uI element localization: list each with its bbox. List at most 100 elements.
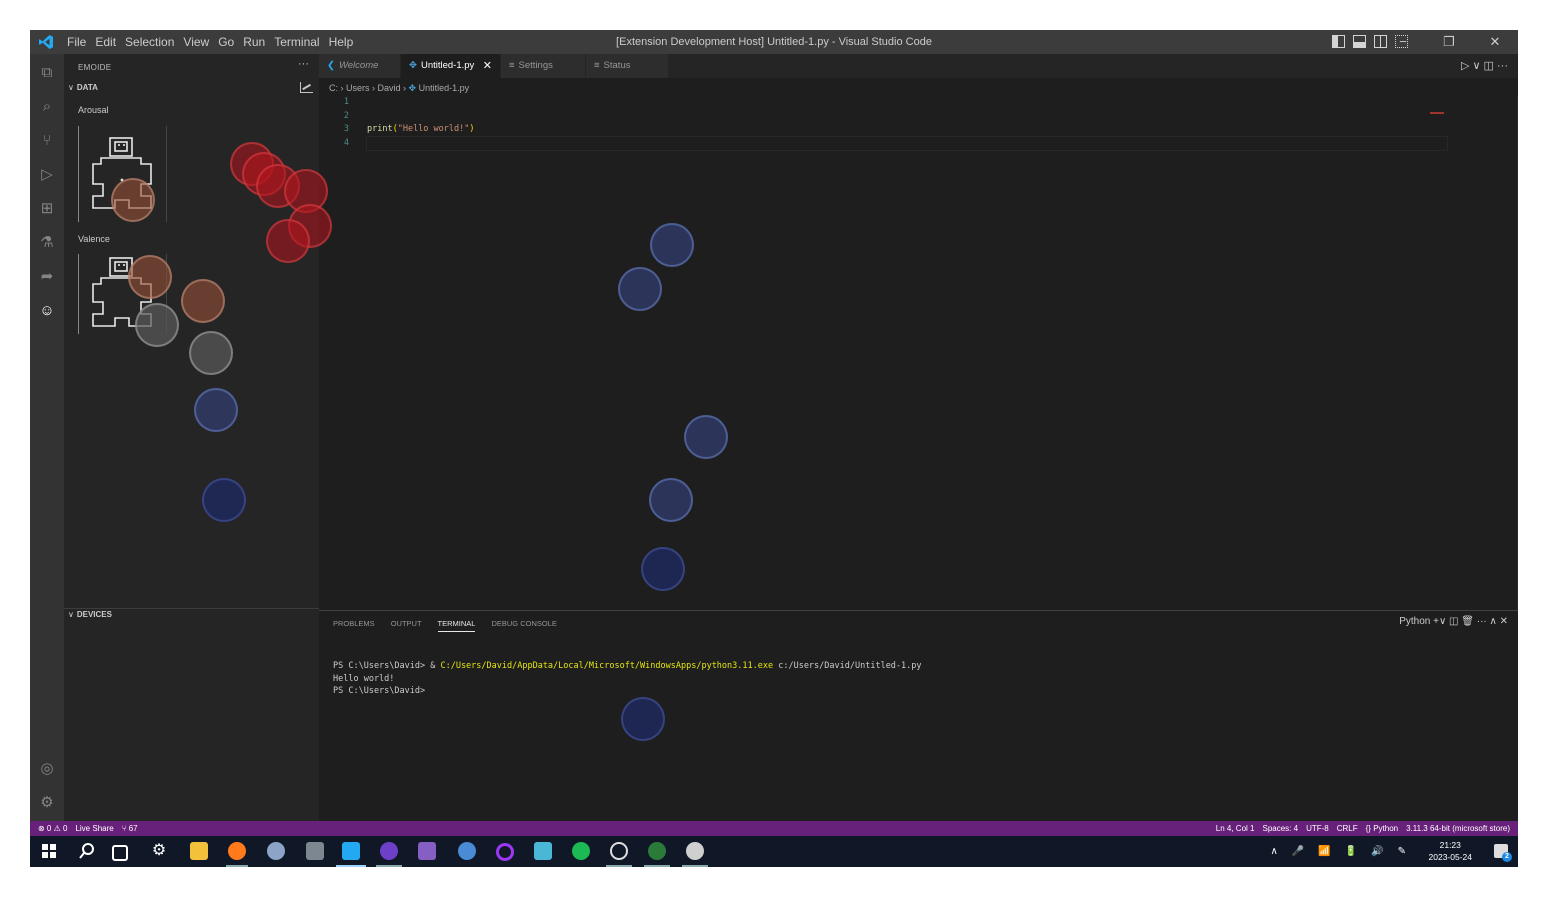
indentation-status[interactable]: Spaces: 4 [1262, 821, 1298, 836]
breadcrumb-file[interactable]: Untitled-1.py [419, 83, 470, 93]
cursor-position[interactable]: Ln 4, Col 1 [1216, 821, 1255, 836]
emotion-bubble [202, 478, 246, 522]
manage-gear-icon[interactable]: ⚙ [38, 794, 56, 812]
toggle-panel-icon[interactable] [1353, 35, 1366, 48]
vscode-icon: ❮ [327, 60, 335, 71]
editor-scrollbar[interactable] [1517, 96, 1518, 610]
line-number: 1 [343, 97, 349, 107]
file-explorer-icon[interactable] [190, 842, 208, 860]
taskbar-clock[interactable]: 21:23 2023-05-24 [1429, 839, 1472, 863]
toggle-sidebar-icon[interactable] [1332, 35, 1345, 48]
sidebar-more-button[interactable]: ··· [298, 58, 309, 70]
run-debug-icon[interactable]: ▷ [38, 166, 56, 184]
tab-settings[interactable]: ≡ Settings [501, 54, 586, 78]
tab-problems[interactable]: PROBLEMS [333, 619, 375, 632]
wifi-icon[interactable]: 📶 [1318, 836, 1330, 867]
battery-icon[interactable]: 🔋 [1345, 836, 1357, 867]
firefox-icon[interactable] [228, 842, 246, 860]
taskbar-search-icon[interactable] [78, 842, 96, 860]
port-status[interactable]: ⑂ 67 [122, 821, 138, 836]
minimize-button[interactable]: − [1380, 30, 1426, 54]
github-desktop-icon[interactable] [380, 842, 398, 860]
live-share-status[interactable]: Live Share [75, 821, 113, 836]
eol-status[interactable]: CRLF [1337, 821, 1358, 836]
misc-app-icon[interactable] [686, 842, 704, 860]
restore-button[interactable]: ❐ [1426, 30, 1472, 54]
panel-actions[interactable]: Python +∨ ◫ 🗑 ··· ∧ ✕ [1399, 616, 1508, 627]
tab-terminal[interactable]: TERMINAL [437, 619, 476, 632]
chart-icon[interactable] [300, 82, 313, 93]
code-editor[interactable]: 1 2 3 4 print("Hello world!") [319, 96, 1518, 610]
emoide-icon[interactable]: ☺ [38, 302, 56, 320]
microphone-icon[interactable]: 🎤 [1292, 836, 1304, 867]
close-tab-icon[interactable]: ✕ [483, 54, 492, 78]
chevron-up-icon[interactable]: ∧ [1270, 836, 1277, 867]
terminal-app-icon[interactable] [648, 842, 666, 860]
tab-untitled-1[interactable]: ✥ Untitled-1.py ✕ [401, 54, 501, 78]
windows-start-icon[interactable] [40, 842, 58, 860]
discord-icon[interactable] [458, 842, 476, 860]
clock-date: 2023-05-24 [1428, 852, 1472, 862]
source-control-icon[interactable]: ⑂ [38, 132, 56, 150]
breadcrumb-users[interactable]: Users [346, 83, 370, 93]
tab-welcome[interactable]: ❮ Welcome [319, 54, 401, 78]
emotion-bubble [181, 279, 225, 323]
sidebar-title: EMOIDE [78, 63, 112, 72]
chevron-down-icon: ∨ [68, 83, 74, 92]
menu-help[interactable]: Help [326, 30, 360, 54]
volume-icon[interactable]: 🔊 [1371, 836, 1383, 867]
problems-status[interactable]: ⊗ 0 ⚠ 0 [38, 821, 67, 836]
language-status[interactable]: {} Python [1366, 821, 1398, 836]
task-view-icon[interactable] [112, 845, 128, 861]
pen-icon[interactable]: ✎ [1398, 836, 1406, 867]
paint-app-icon[interactable] [267, 842, 285, 860]
menu-file[interactable]: File [64, 30, 92, 54]
calculator-icon[interactable] [306, 842, 324, 860]
vscode-taskbar-icon[interactable] [342, 842, 360, 860]
running-indicator [336, 865, 366, 867]
explorer-icon[interactable]: ⧉ [38, 64, 56, 82]
emotion-bubble [649, 478, 693, 522]
search-icon[interactable]: ⌕ [38, 98, 56, 116]
cortana-icon[interactable] [496, 843, 514, 861]
settings-app-icon[interactable]: ⚙ [150, 842, 168, 860]
menu-run[interactable]: Run [240, 30, 271, 54]
tab-output[interactable]: OUTPUT [391, 619, 422, 632]
tab-debug-console[interactable]: DEBUG CONSOLE [491, 619, 556, 632]
extensions-icon[interactable]: ⊞ [38, 200, 56, 218]
menu-terminal[interactable]: Terminal [271, 30, 325, 54]
line-numbers: 1 2 3 4 [319, 96, 349, 150]
line-number: 4 [343, 137, 349, 148]
python-file-icon: ✥ [408, 83, 417, 93]
encoding-status[interactable]: UTF-8 [1306, 821, 1329, 836]
data-section-title: DATA [76, 83, 98, 92]
obs-icon[interactable] [610, 842, 628, 860]
menu-view[interactable]: View [180, 30, 215, 54]
menu-go[interactable]: Go [215, 30, 240, 54]
menu-edit[interactable]: Edit [92, 30, 122, 54]
terminal-output[interactable]: PS C:\Users\David> & C:/Users/David/AppD… [333, 660, 922, 698]
accounts-icon[interactable]: ◎ [38, 760, 56, 778]
code-line-3: print("Hello world!") [367, 123, 475, 137]
breadcrumb-david[interactable]: David [378, 83, 401, 93]
code-function: print [367, 124, 393, 134]
notification-center-icon[interactable]: 2 [1494, 844, 1512, 862]
code-string: "Hello world!" [397, 124, 470, 134]
spotify-icon[interactable] [572, 842, 590, 860]
menu-selection[interactable]: Selection [122, 30, 180, 54]
activity-bar: ⧉ ⌕ ⑂ ▷ ⊞ ⚗ ➦ ☺ ◎ ⚙ [30, 54, 64, 821]
status-file-icon: ≡ [594, 60, 600, 71]
data-section-header[interactable]: ∨ DATA [68, 83, 98, 92]
editor-actions[interactable]: ▷ ∨ ◫ ··· [1461, 54, 1508, 78]
close-window-button[interactable]: ✕ [1472, 30, 1518, 54]
panel-tabs: PROBLEMS OUTPUT TERMINAL DEBUG CONSOLE [333, 619, 557, 632]
emotion-bubble [194, 388, 238, 432]
interpreter-status[interactable]: 3.11.3 64-bit (microsoft store) [1406, 821, 1510, 836]
breadcrumb-drive[interactable]: C: [329, 83, 338, 93]
devices-section-header[interactable]: ∨ DEVICES [68, 610, 112, 619]
live-share-icon[interactable]: ➦ [38, 268, 56, 286]
visual-studio-icon[interactable] [418, 842, 436, 860]
testing-icon[interactable]: ⚗ [38, 234, 56, 252]
tab-status[interactable]: ≡ Status [586, 54, 669, 78]
notes-app-icon[interactable] [534, 842, 552, 860]
